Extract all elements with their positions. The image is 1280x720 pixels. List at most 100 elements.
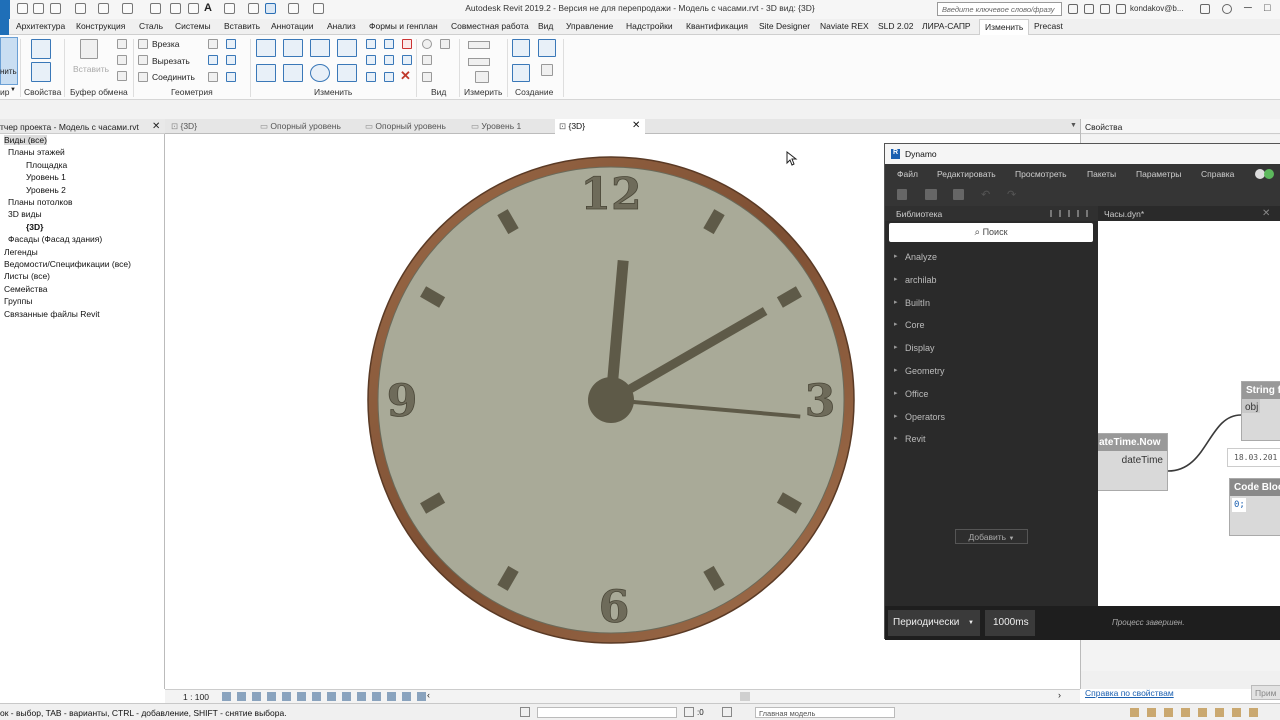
- tag-icon[interactable]: [188, 3, 199, 14]
- node-datetime-port[interactable]: dateTime: [1098, 451, 1167, 466]
- view-tab-ref-level-1[interactable]: ▭ Опорный уровень: [260, 121, 341, 132]
- override-icon[interactable]: [440, 39, 450, 49]
- tab-lira[interactable]: ЛИРА-САПР: [922, 21, 971, 31]
- view-tabs-menu-icon[interactable]: ▼: [1070, 122, 1077, 129]
- close-icon[interactable]: ✕: [1262, 208, 1270, 219]
- menu-edit[interactable]: Редактировать: [937, 169, 996, 179]
- modify-tool-button[interactable]: [0, 37, 18, 85]
- subscription-icon[interactable]: [1084, 4, 1094, 14]
- offset-icon[interactable]: [283, 39, 303, 57]
- menu-file[interactable]: Файл: [897, 169, 918, 179]
- tab-modify[interactable]: Изменить: [979, 19, 1030, 35]
- tab-collaborate[interactable]: Совместная работа: [451, 21, 529, 31]
- browser-item[interactable]: Семейства: [4, 284, 47, 294]
- create-group-icon[interactable]: [512, 64, 530, 82]
- library-layout-icons[interactable]: [1050, 210, 1092, 217]
- tab-annotate[interactable]: Аннотации: [271, 21, 314, 31]
- geometry-tool-icon[interactable]: [208, 72, 218, 82]
- mirror-draw-icon[interactable]: [337, 39, 357, 57]
- worksets-icon[interactable]: [520, 707, 530, 717]
- dynamo-graph-canvas[interactable]: Часы.dyn* ✕ ateTime.Now dateTime String …: [1098, 206, 1280, 606]
- tab-steel[interactable]: Сталь: [139, 21, 163, 31]
- browser-item[interactable]: Планы потолков: [8, 197, 72, 207]
- browser-item[interactable]: Фасады (Фасад здания): [8, 234, 102, 244]
- selection-toggles[interactable]: [1130, 708, 1260, 717]
- measure-distance-icon[interactable]: [468, 41, 490, 49]
- library-search-input[interactable]: ⌕ Поиск: [889, 223, 1093, 242]
- favorites-icon[interactable]: [1116, 4, 1126, 14]
- tab-structure[interactable]: Конструкция: [76, 21, 125, 31]
- geometry-tool-icon[interactable]: [226, 72, 236, 82]
- align-icon[interactable]: [256, 39, 276, 57]
- undo-icon[interactable]: [75, 3, 86, 14]
- paste-icon[interactable]: [80, 39, 98, 59]
- tab-manage[interactable]: Управление: [566, 21, 613, 31]
- menu-settings[interactable]: Параметры: [1136, 169, 1181, 179]
- tab-quantification[interactable]: Квантификация: [686, 21, 748, 31]
- close-icon[interactable]: ✕: [632, 120, 640, 131]
- library-item[interactable]: ▸ Analyze: [885, 246, 1098, 269]
- unpin-icon[interactable]: [402, 39, 412, 49]
- editable-only-icon[interactable]: [684, 707, 694, 717]
- measure-along-icon[interactable]: [475, 71, 489, 83]
- tab-view[interactable]: Вид: [538, 21, 553, 31]
- library-item[interactable]: ▸ Geometry: [885, 360, 1098, 383]
- text-icon[interactable]: A: [204, 2, 212, 14]
- scroll-right-icon[interactable]: ›: [1058, 690, 1061, 700]
- tab-naviate-rex[interactable]: Naviate REX: [820, 21, 869, 31]
- node-datetime-now[interactable]: ateTime.Now dateTime: [1098, 433, 1168, 491]
- browser-item[interactable]: {3D}: [26, 222, 43, 232]
- browser-item[interactable]: Связанные файлы Revit: [4, 309, 100, 319]
- save-icon[interactable]: [33, 3, 44, 14]
- dimension-tool-icon[interactable]: [468, 58, 490, 66]
- 3d-view-icon[interactable]: [224, 3, 235, 14]
- app-menu-button[interactable]: [0, 0, 10, 19]
- create-parts-icon[interactable]: [538, 39, 556, 57]
- add-library-button[interactable]: Добавить ▼: [955, 529, 1028, 544]
- print-icon[interactable]: [122, 3, 133, 14]
- minimize-icon[interactable]: ─: [1244, 2, 1252, 14]
- close-icon[interactable]: ✕: [152, 121, 160, 132]
- view-tab-3d[interactable]: ⊡ {3D}: [171, 121, 197, 132]
- move-icon[interactable]: [256, 64, 276, 82]
- create-similar-icon[interactable]: [541, 64, 553, 76]
- run-mode-select[interactable]: Периодически ▼: [888, 610, 980, 636]
- select-dropdown-label[interactable]: ир: [0, 87, 9, 97]
- library-item[interactable]: ▸ Office: [885, 383, 1098, 406]
- node-codeblock-code[interactable]: 0;: [1232, 498, 1246, 512]
- geometry-tool-icon[interactable]: [226, 55, 236, 65]
- browser-item[interactable]: Площадка: [26, 160, 67, 170]
- create-assembly-icon[interactable]: [512, 39, 530, 57]
- library-item[interactable]: ▸ Revit: [885, 428, 1098, 451]
- geometry-tool-icon[interactable]: [208, 39, 218, 49]
- node-string-port[interactable]: obj: [1242, 399, 1260, 413]
- hide-icon[interactable]: [422, 39, 432, 49]
- horizontal-scrollbar-thumb[interactable]: [740, 692, 750, 701]
- sync-icon[interactable]: [50, 3, 61, 14]
- type-properties-icon[interactable]: [31, 39, 51, 59]
- trim-icon[interactable]: [337, 64, 357, 82]
- browser-item[interactable]: Группы: [4, 296, 32, 306]
- join-button[interactable]: Соединить: [152, 72, 195, 82]
- binoculars-icon[interactable]: [1068, 4, 1078, 14]
- node-code-block[interactable]: Code Block 0;: [1229, 478, 1280, 536]
- paint-icon[interactable]: [422, 72, 432, 82]
- browser-item[interactable]: Планы этажей: [8, 147, 65, 157]
- scale-icon[interactable]: [384, 55, 394, 65]
- maximize-icon[interactable]: □: [1264, 2, 1271, 14]
- linework-icon[interactable]: [422, 55, 432, 65]
- view-scale[interactable]: 1 : 100: [183, 692, 209, 702]
- rotate-icon[interactable]: [310, 64, 330, 82]
- library-item[interactable]: ▸ Display: [885, 337, 1098, 360]
- mirror-axis-icon[interactable]: [310, 39, 330, 57]
- tab-insert[interactable]: Вставить: [224, 21, 260, 31]
- measure-icon[interactable]: [150, 3, 161, 14]
- menu-help[interactable]: Справка: [1201, 169, 1234, 179]
- tab-systems[interactable]: Системы: [175, 21, 211, 31]
- copy-icon[interactable]: [117, 55, 127, 65]
- tab-sld[interactable]: SLD 2.02: [878, 21, 913, 31]
- menu-view[interactable]: Просмотреть: [1015, 169, 1067, 179]
- properties-icon[interactable]: [31, 62, 51, 82]
- node-string-from-object[interactable]: String fr obj: [1241, 381, 1280, 441]
- workset-select[interactable]: [537, 707, 677, 718]
